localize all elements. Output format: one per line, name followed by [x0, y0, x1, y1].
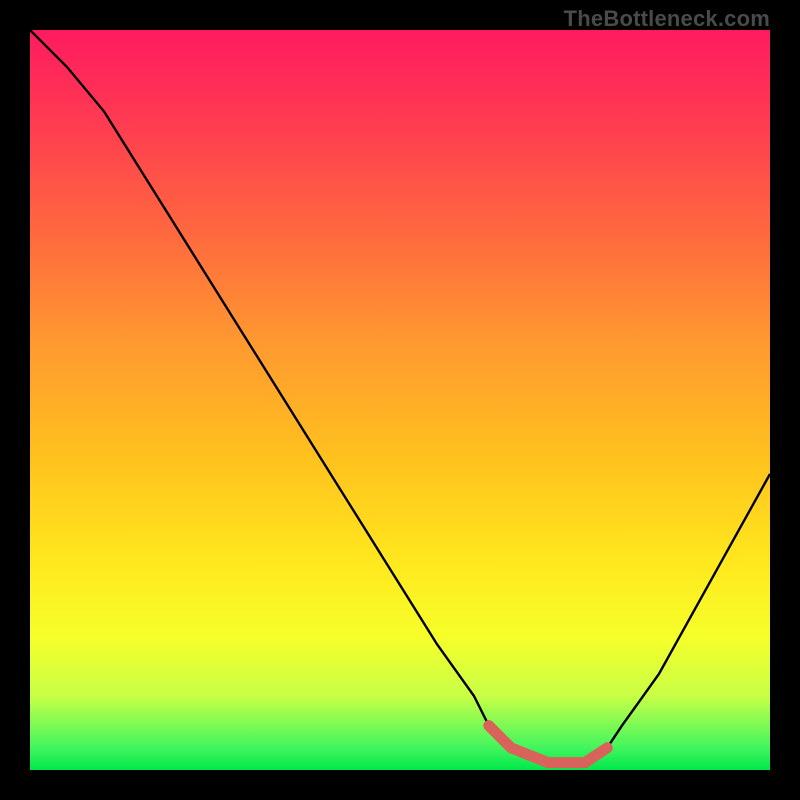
highlight-band	[489, 726, 607, 763]
watermark-text: TheBottleneck.com	[564, 6, 770, 32]
chart-frame: TheBottleneck.com	[0, 0, 800, 800]
bottleneck-curve	[30, 30, 770, 763]
curve-layer	[30, 30, 770, 770]
